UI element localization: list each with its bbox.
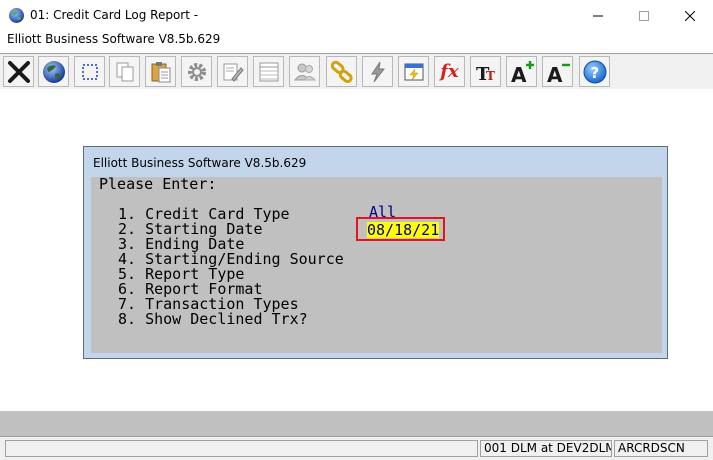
window-title: 01: Credit Card Log Report - (30, 8, 199, 22)
lightning-button[interactable] (362, 56, 393, 87)
status-screen-code: ARCRDSCN (614, 440, 708, 457)
font-increase-button[interactable]: A (506, 56, 537, 87)
highlight-box (356, 217, 445, 241)
title-bar: 01: Credit Card Log Report - (0, 0, 713, 31)
settings-button[interactable] (181, 56, 212, 87)
toolbar: fx TT A A ? (0, 53, 713, 90)
paste-button[interactable] (145, 56, 176, 87)
app-globe-icon (9, 8, 24, 23)
font-decrease-button[interactable]: A (542, 56, 573, 87)
dialog-title: Elliott Business Software V8.5b.629 (93, 156, 307, 170)
maximize-button[interactable] (621, 0, 667, 31)
svg-text:A: A (547, 63, 563, 85)
background-panel (0, 411, 713, 436)
globe-icon (42, 60, 65, 83)
copy-icon (116, 62, 133, 81)
text-size-icon: TT (476, 64, 495, 85)
users-button[interactable] (289, 56, 320, 87)
svg-text:A: A (511, 63, 527, 85)
help-icon: ? (583, 60, 606, 83)
gear-icon (187, 62, 206, 81)
globe-button[interactable] (38, 56, 69, 87)
svg-text:T: T (486, 69, 495, 83)
copy-button[interactable] (109, 56, 140, 87)
menu-item-show-declined-trx: 8. Show Declined Trx? (118, 310, 308, 328)
maximize-icon (639, 10, 649, 21)
close-icon (685, 10, 695, 21)
close-x-icon (7, 60, 30, 83)
status-bar: 001 DLM at DEV2DLM ARCRDSCN (0, 436, 713, 460)
calendar-button[interactable] (398, 56, 429, 87)
list-icon (259, 62, 278, 81)
close-button[interactable] (667, 0, 713, 31)
select-button[interactable] (74, 56, 105, 87)
edit-button[interactable] (217, 56, 248, 87)
status-message (5, 440, 478, 457)
app-subtitle: Elliott Business Software V8.5b.629 (7, 32, 221, 46)
terminal-screen: Please Enter: 1. Credit Card Type 2. Sta… (91, 177, 662, 353)
font-increase-icon: A (511, 60, 534, 85)
text-size-button[interactable]: TT (470, 56, 501, 87)
font-decrease-icon: A (547, 63, 570, 85)
function-button[interactable]: fx (434, 56, 465, 87)
help-button[interactable]: ? (579, 56, 610, 87)
select-box-icon (81, 63, 98, 80)
list-button[interactable] (253, 56, 284, 87)
edit-icon (223, 63, 244, 82)
lightning-icon (370, 61, 385, 82)
calendar-icon (404, 63, 423, 80)
exit-button[interactable] (3, 56, 34, 87)
chain-link-icon (330, 60, 353, 83)
minimize-button[interactable] (575, 0, 621, 31)
svg-text:?: ? (590, 64, 599, 82)
users-icon (293, 63, 316, 80)
report-dialog: Elliott Business Software V8.5b.629 Plea… (83, 146, 668, 359)
minimize-icon (593, 15, 603, 16)
function-icon: fx (440, 61, 459, 82)
status-user-location: 001 DLM at DEV2DLM (480, 440, 612, 457)
paste-icon (151, 61, 170, 82)
link-button[interactable] (326, 56, 357, 87)
prompt-label: Please Enter: (99, 175, 217, 193)
